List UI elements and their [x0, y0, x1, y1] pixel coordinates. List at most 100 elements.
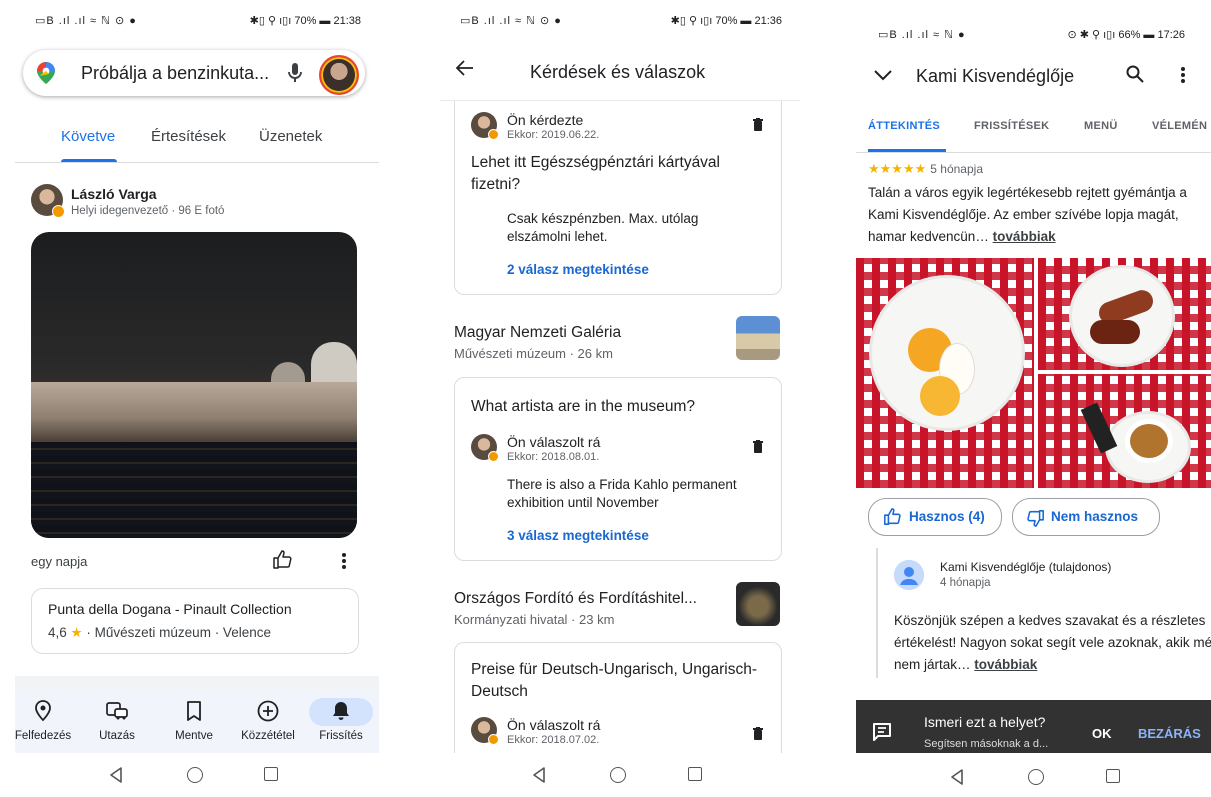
answerer-label: Ön válaszolt rá	[507, 717, 601, 733]
helpful-button[interactable]: Hasznos (4)	[868, 498, 1002, 536]
user-avatar	[471, 434, 499, 462]
more-vert-icon[interactable]	[341, 552, 347, 575]
local-guide-badge-icon	[52, 205, 65, 218]
bookmark-icon	[187, 701, 201, 721]
tab-messages[interactable]: Üzenetek	[259, 128, 322, 145]
active-tab-indicator	[61, 159, 117, 162]
review: ★★★★★ 5 hónapja Talán a város egyik legér…	[868, 160, 1211, 244]
review-photo-meat[interactable]	[1038, 258, 1211, 370]
tab-notifications[interactable]: Értesítések	[151, 128, 226, 145]
photo-building	[31, 382, 357, 442]
recents-square-icon[interactable]	[1106, 769, 1120, 783]
place-card[interactable]: Punta della Dogana - Pinault Collection …	[31, 588, 359, 654]
post-time: egy napja	[31, 554, 88, 569]
tab-following[interactable]: Követve	[61, 128, 115, 145]
system-nav-bar	[856, 753, 1211, 797]
owner-response-text: Köszönjük szépen a kedves szavakat és a …	[894, 610, 1211, 676]
helpful-label: Hasznos (4)	[909, 509, 985, 524]
asked-date: Ekkor: 2019.06.22.	[507, 129, 600, 141]
home-circle-icon[interactable]	[187, 767, 203, 783]
back-triangle-icon[interactable]	[950, 769, 964, 785]
answerer-row: Ön válaszolt rá Ekkor: 2018.08.01.	[471, 434, 600, 465]
bottom-navigation: Felfedezés Utazás Mentve Közzététel Fris…	[15, 690, 379, 756]
read-more-link[interactable]: továbbiak	[974, 657, 1037, 672]
page-title: Kérdések és válaszok	[530, 62, 706, 82]
tab-updates[interactable]: FRISSÍTÉSEK	[974, 120, 1049, 132]
status-bar: ▭B .ıl .ıl ≈ ℕ ⊙ ● ✱▯ ⚲ ı▯ı 70% ▬ 21:36	[440, 0, 800, 38]
star-icon: ★	[70, 625, 83, 640]
back-triangle-icon[interactable]	[532, 767, 546, 783]
not-helpful-button[interactable]: Nem hasznos	[1012, 498, 1160, 536]
more-vert-icon[interactable]	[1180, 66, 1186, 89]
sugar-packet	[1080, 402, 1118, 454]
nav-explore-label: Felfedezés	[15, 730, 72, 742]
post-photo[interactable]	[31, 232, 357, 538]
local-guide-badge-icon	[488, 129, 499, 140]
search-input[interactable]: Próbálja a benzinkuta...	[81, 63, 269, 84]
profile-avatar[interactable]	[319, 55, 359, 95]
delete-icon[interactable]	[753, 440, 763, 458]
answerer-label: Ön válaszolt rá	[507, 434, 601, 450]
review-photo-coffee[interactable]	[1038, 374, 1211, 488]
rating-stars-icon: ★★★★★	[868, 161, 927, 176]
nav-updates[interactable]: Frissítés	[306, 698, 376, 742]
answer-text: Csak készpénzben. Max. utólag elszámolni…	[507, 211, 699, 244]
system-nav-bar	[15, 753, 379, 797]
recents-square-icon[interactable]	[264, 767, 278, 781]
snackbar-close-button[interactable]: BEZÁRÁS	[1138, 726, 1201, 741]
question-text: What artista are in the museum?	[471, 398, 695, 415]
nav-explore[interactable]: Felfedezés	[15, 700, 78, 742]
place-rating: 4,6	[48, 625, 67, 640]
review-text: Talán a város egyik legértékesebb rejtet…	[868, 182, 1211, 248]
nav-saved[interactable]: Mentve	[159, 700, 229, 742]
search-icon[interactable]	[1126, 65, 1144, 88]
snackbar-ok-button[interactable]: OK	[1092, 726, 1112, 741]
place-name: Országos Fordító és Fordításhitel...	[454, 590, 697, 607]
answer-text: There is also a Frida Kahlo permanent ex…	[507, 477, 737, 510]
view-answers-link[interactable]: 3 válasz megtekintése	[507, 528, 649, 543]
updates-tabs: Követve Értesítések Üzenetek	[15, 110, 379, 163]
snackbar-subtitle: Segítsen másoknak a d...	[924, 738, 1049, 750]
delete-icon[interactable]	[753, 118, 763, 136]
owner-response-body: Köszönjük szépen a kedves szavakat és a …	[894, 613, 1211, 672]
owner-avatar-icon	[894, 560, 924, 590]
review-photo-dessert[interactable]	[856, 258, 1034, 488]
place-category: · Művészeti múzeum · Velence	[82, 625, 271, 640]
recents-square-icon[interactable]	[688, 767, 702, 781]
place-title: Kami Kisvendéglője	[916, 66, 1075, 86]
photo-water	[31, 442, 357, 538]
delete-icon[interactable]	[753, 727, 763, 745]
answered-date: Ekkor: 2018.07.02.	[507, 734, 600, 746]
nav-commute[interactable]: Utazás	[82, 700, 152, 742]
owner-response-age: 4 hónapja	[940, 577, 991, 589]
tab-menu[interactable]: MENÜ	[1084, 120, 1118, 132]
review-photos[interactable]	[856, 258, 1211, 488]
bell-icon	[333, 702, 349, 720]
dessert-ball	[920, 376, 960, 416]
home-circle-icon[interactable]	[1028, 769, 1044, 785]
thumbs-up-icon[interactable]	[272, 550, 292, 575]
tab-reviews[interactable]: VÉLEMÉN	[1152, 120, 1207, 132]
local-guide-badge-icon	[488, 451, 499, 462]
read-more-link[interactable]: továbbiak	[993, 229, 1056, 244]
place-tabs: ÁTTEKINTÉS FRISSÍTÉSEK MENÜ VÉLEMÉN	[856, 108, 1211, 153]
nav-contribute-label: Közzététel	[241, 730, 295, 742]
search-bar[interactable]: Próbálja a benzinkuta...	[23, 50, 365, 96]
google-maps-pin-icon	[37, 62, 55, 89]
nav-contribute[interactable]: Közzététel	[233, 700, 303, 742]
app-bar: Kérdések és válaszok	[440, 38, 800, 101]
qa-card: What artista are in the museum? Ön válas…	[454, 377, 782, 561]
tab-overview[interactable]: ÁTTEKINTÉS	[868, 120, 940, 132]
status-bar: ▭B .ıl .ıl ≈ ℕ ● ⊙ ✱ ⚲ ı▯ı 66% ▬ 17:26	[856, 0, 1211, 41]
system-nav-bar	[440, 753, 800, 797]
home-circle-icon[interactable]	[610, 767, 626, 783]
back-arrow-icon[interactable]	[455, 60, 474, 81]
post-author[interactable]: László Varga Helyi idegenvezető · 96 E f…	[31, 184, 224, 221]
microphone-icon[interactable]	[288, 63, 302, 88]
status-left: ▭B .ıl .ıl ≈ ℕ ⊙ ●	[35, 15, 137, 27]
chevron-down-icon[interactable]	[874, 68, 892, 86]
view-answers-link[interactable]: 2 válasz megtekintése	[507, 262, 649, 277]
qa-card: Ön kérdezte Ekkor: 2019.06.22. Lehet itt…	[454, 86, 782, 295]
nav-commute-label: Utazás	[99, 730, 135, 742]
back-triangle-icon[interactable]	[109, 767, 123, 783]
